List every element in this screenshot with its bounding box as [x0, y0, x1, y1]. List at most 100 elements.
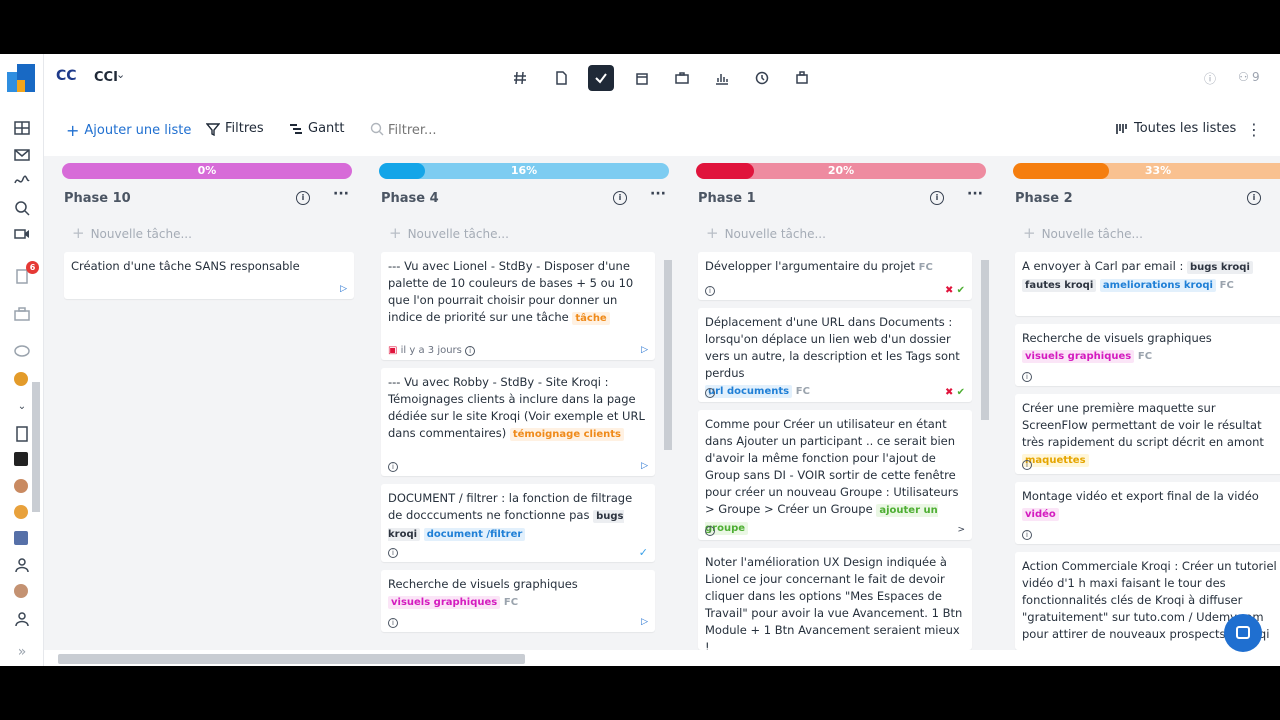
grid-icon[interactable]	[13, 120, 31, 136]
chat-icon[interactable]	[13, 344, 31, 360]
list-title[interactable]: Phase 1	[698, 191, 756, 206]
filters-button[interactable]: Filtres	[206, 121, 264, 136]
document-icon[interactable]	[13, 426, 31, 442]
play-icon[interactable]: ▷	[340, 281, 347, 298]
task-card[interactable]: Comme pour Créer un utilisateur en étant…	[698, 410, 972, 540]
new-task-input[interactable]: + Nouvelle tâche...	[706, 224, 826, 242]
play-icon[interactable]: ▷	[641, 458, 648, 475]
org-icon[interactable]	[789, 65, 815, 91]
workspace-logo[interactable]: CC	[56, 68, 84, 88]
play-icon[interactable]: ▷	[641, 342, 648, 359]
info-icon[interactable]: i	[1022, 530, 1032, 540]
info-icon[interactable]: i	[465, 346, 476, 356]
briefcase-icon[interactable]	[13, 306, 31, 322]
task-card[interactable]: Recherche de visuels graphiques visuels …	[381, 570, 655, 632]
info-icon[interactable]: i	[613, 191, 627, 205]
task-card[interactable]: Création d'une tâche SANS responsable ▷	[64, 252, 354, 299]
task-card[interactable]: Noter l'amélioration UX Design indiquée …	[698, 548, 972, 650]
briefcase-icon[interactable]	[669, 65, 695, 91]
expand-icon[interactable]: »	[13, 644, 31, 660]
avatar[interactable]	[14, 372, 28, 386]
task-card[interactable]: Développer l'argumentaire du projet FC i…	[698, 252, 972, 300]
more-horizontal-icon[interactable]: ···	[333, 186, 349, 202]
members-icon[interactable]: ⚇	[1238, 70, 1249, 84]
info-icon[interactable]: i	[1022, 372, 1032, 382]
more-horizontal-icon[interactable]: ···	[650, 186, 666, 202]
info-icon[interactable]: i	[705, 388, 715, 398]
new-task-input[interactable]: + Nouvelle tâche...	[72, 224, 192, 242]
filter-input[interactable]	[368, 119, 568, 141]
thumbs-down-icon[interactable]: ✖	[945, 285, 953, 296]
info-icon[interactable]: i	[705, 526, 715, 536]
info-icon[interactable]: i	[705, 286, 715, 296]
info-icon[interactable]: i	[388, 462, 398, 472]
document-icon[interactable]	[548, 65, 574, 91]
task-card[interactable]: Montage vidéo et export final de la vidé…	[1015, 482, 1280, 544]
vote-icons[interactable]: ✖ ✔	[945, 384, 965, 401]
tag[interactable]: tâche	[572, 312, 610, 325]
tag[interactable]: bugs kroqi	[1186, 261, 1253, 274]
chat-launcher-button[interactable]	[1224, 614, 1262, 652]
info-icon[interactable]: i	[930, 191, 944, 205]
tag[interactable]: visuels graphiques	[388, 596, 501, 609]
list-title[interactable]: Phase 4	[381, 191, 439, 206]
more-vertical-icon[interactable]: ⋮	[1246, 120, 1262, 139]
check-icon[interactable]: ✓	[639, 544, 648, 561]
info-icon[interactable]: i	[388, 548, 398, 558]
task-card[interactable]: Créer une première maquette sur ScreenFl…	[1015, 394, 1280, 474]
thumbs-down-icon[interactable]: ✖	[945, 387, 953, 398]
task-card[interactable]: A envoyer à Carl par email : bugs kroqi …	[1015, 252, 1280, 316]
video-icon[interactable]	[13, 226, 31, 242]
info-icon[interactable]: i	[1022, 460, 1032, 470]
avatar[interactable]	[14, 584, 28, 598]
new-task-input[interactable]: + Nouvelle tâche...	[389, 224, 509, 242]
tag[interactable]: visuels graphiques	[1022, 350, 1135, 363]
info-icon[interactable]: i	[296, 191, 310, 205]
user-icon[interactable]	[13, 611, 31, 627]
chevron-right-icon[interactable]: >	[957, 522, 965, 539]
tag[interactable]: vidéo	[1022, 508, 1059, 521]
add-list-button[interactable]: + Ajouter une liste	[66, 121, 191, 140]
user-icon[interactable]	[13, 557, 31, 573]
history-icon[interactable]	[749, 65, 775, 91]
tag[interactable]: ameliorations kroqi	[1099, 279, 1216, 292]
task-card[interactable]: Déplacement d'une URL dans Documents : l…	[698, 308, 972, 402]
info-icon[interactable]: i	[1247, 191, 1261, 205]
calendar-icon[interactable]	[629, 65, 655, 91]
search-icon[interactable]	[13, 200, 31, 216]
task-card[interactable]: --- Vu avec Robby - StdBy - Site Kroqi :…	[381, 368, 655, 476]
hash-icon[interactable]	[507, 65, 533, 91]
list-scrollbar[interactable]	[981, 260, 989, 420]
list-title[interactable]: Phase 2	[1015, 191, 1073, 206]
task-card[interactable]: DOCUMENT / filtrer : la fonction de filt…	[381, 484, 655, 562]
gantt-button[interactable]: Gantt	[289, 121, 344, 136]
workspace-name[interactable]: CCI	[94, 70, 118, 85]
tag[interactable]: document /filtrer	[423, 528, 526, 541]
check-icon[interactable]	[588, 65, 614, 91]
avatar[interactable]	[14, 531, 28, 545]
mail-icon[interactable]	[13, 147, 31, 163]
vote-icons[interactable]: ✖ ✔	[945, 282, 965, 299]
tag[interactable]: fautes kroqi	[1022, 279, 1097, 292]
thumbs-up-icon[interactable]: ✔	[957, 387, 965, 398]
play-icon[interactable]: ▷	[641, 614, 648, 631]
all-lists-button[interactable]: Toutes les listes	[1115, 121, 1236, 136]
list-title[interactable]: Phase 10	[64, 191, 131, 206]
list-scrollbar[interactable]	[664, 260, 672, 450]
avatar[interactable]	[14, 479, 28, 493]
chart-icon[interactable]	[709, 65, 735, 91]
task-card[interactable]: Recherche de visuels graphiques visuels …	[1015, 324, 1280, 386]
avatar[interactable]	[14, 505, 28, 519]
chevron-down-icon[interactable]: ⌄	[116, 68, 125, 81]
more-horizontal-icon[interactable]: ···	[967, 186, 983, 202]
info-icon[interactable]: i	[388, 618, 398, 628]
app-logo[interactable]	[7, 64, 35, 92]
activity-icon[interactable]	[13, 173, 31, 189]
members-count[interactable]: 9	[1252, 70, 1260, 84]
task-card[interactable]: --- Vu avec Lionel - StdBy - Disposer d'…	[381, 252, 655, 360]
info-icon[interactable]: ⓘ	[1204, 70, 1216, 87]
tag[interactable]: témoignage clients	[509, 428, 625, 441]
avatar[interactable]	[14, 452, 28, 466]
chevron-down-icon[interactable]: ⌄	[13, 399, 31, 415]
new-task-input[interactable]: + Nouvelle tâche...	[1023, 224, 1143, 242]
